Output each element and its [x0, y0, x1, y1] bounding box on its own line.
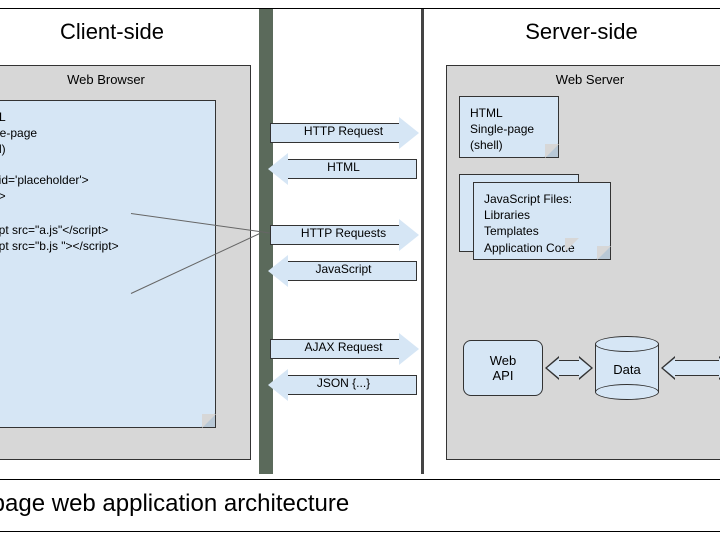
arrow-html: HTML: [266, 153, 421, 185]
arrow-json: JSON {...}: [266, 369, 421, 401]
dbl-arrow-api-data: [545, 356, 593, 380]
arrow-label: HTML: [266, 160, 421, 174]
script-tag-b: <script src="b.js "></script>: [0, 238, 205, 254]
diagram-caption: le-page web application architecture: [0, 479, 720, 531]
web-api-box: Web API: [463, 340, 543, 396]
arrows-column: HTTP Request HTML HTTP Requests JavaScri…: [266, 9, 421, 474]
server-title: Server-side: [424, 9, 720, 51]
placeholder-div-open: <div id='placeholder'>: [0, 172, 205, 188]
script-tag-a: <script src="a.js"</script>: [0, 222, 205, 238]
js-files-note: JavaScript Files: Libraries Templates Ap…: [473, 182, 611, 260]
web-browser-panel: Web Browser HTML Single-page (shell) <di…: [0, 65, 251, 460]
dbl-arrow-data-d: [661, 356, 720, 380]
arrow-label: AJAX Request: [266, 340, 421, 354]
arrow-group-html: HTTP Request HTML: [266, 113, 421, 189]
arrow-group-js: HTTP Requests JavaScript: [266, 215, 421, 291]
columns: Client-side Web Browser HTML Single-page…: [0, 9, 720, 474]
data-cylinder: Data: [595, 336, 659, 400]
arrow-group-ajax: AJAX Request JSON {...}: [266, 329, 421, 405]
arrow-label: JSON {...}: [266, 376, 421, 390]
data-label: Data: [595, 362, 659, 377]
server-html-note: HTML Single-page (shell): [459, 96, 559, 158]
web-browser-title: Web Browser: [0, 66, 250, 91]
arrow-ajax-request: AJAX Request: [266, 333, 421, 365]
arrow-http-request: HTTP Request: [266, 117, 421, 149]
shell-header: HTML Single-page (shell): [0, 109, 205, 158]
arrow-http-requests: HTTP Requests: [266, 219, 421, 251]
diagram-frame: Client-side Web Browser HTML Single-page…: [0, 8, 720, 532]
web-server-title: Web Server: [447, 66, 720, 91]
client-title: Client-side: [0, 9, 263, 51]
arrow-label: JavaScript: [266, 262, 421, 276]
arrow-label: HTTP Requests: [266, 226, 421, 240]
server-side-column: Server-side Web Server HTML Single-page …: [421, 9, 720, 474]
placeholder-div-close: </div>: [0, 188, 205, 204]
arrow-javascript: JavaScript: [266, 255, 421, 287]
client-side-column: Client-side Web Browser HTML Single-page…: [0, 9, 266, 474]
html-shell-note: HTML Single-page (shell) <div id='placeh…: [0, 100, 216, 428]
web-server-panel: Web Server HTML Single-page (shell) Java…: [446, 65, 720, 460]
arrow-label: HTTP Request: [266, 124, 421, 138]
